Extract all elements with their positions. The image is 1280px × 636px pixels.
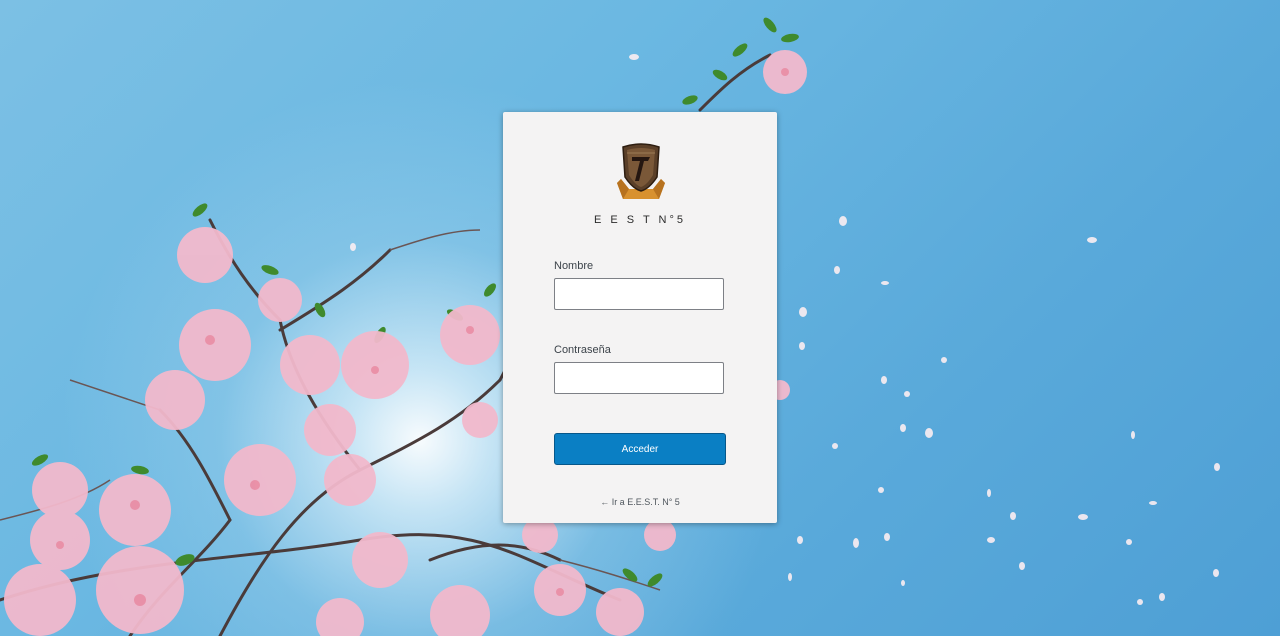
username-label: Nombre xyxy=(554,260,594,272)
login-submit-button[interactable]: Acceder xyxy=(554,433,726,465)
password-input[interactable] xyxy=(554,362,724,394)
login-card: E E S T N°5 Nombre Contraseña Acceder ← … xyxy=(503,112,777,523)
back-to-site-link[interactable]: ← Ir a E.E.S.T. N° 5 xyxy=(503,497,777,507)
site-name: E E S T N°5 xyxy=(593,214,687,226)
password-label: Contraseña xyxy=(554,344,611,356)
school-crest-icon xyxy=(617,143,665,199)
username-input[interactable] xyxy=(554,278,724,310)
